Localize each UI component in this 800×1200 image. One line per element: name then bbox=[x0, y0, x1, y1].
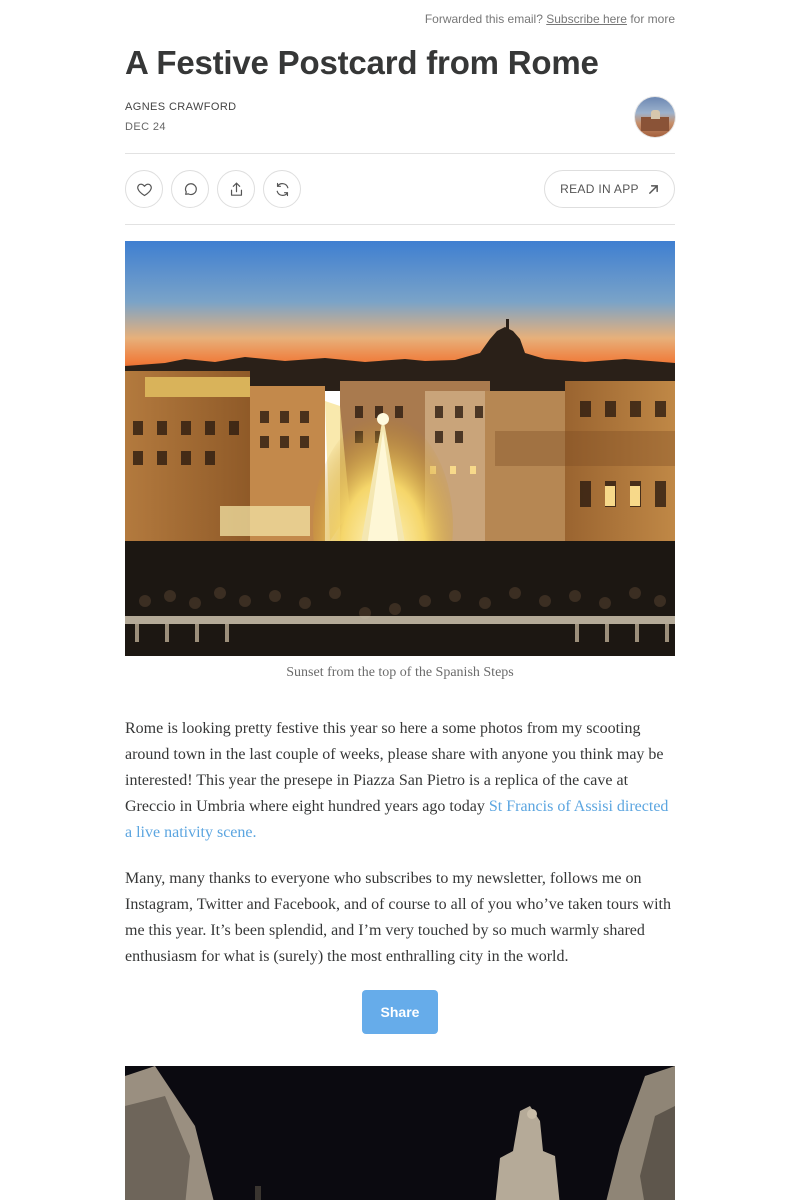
arrow-up-right-icon bbox=[648, 184, 658, 194]
image-caption: Sunset from the top of the Spanish Steps bbox=[286, 665, 514, 680]
share-button[interactable]: Share bbox=[362, 990, 438, 1034]
post-image-night-scene[interactable] bbox=[125, 1066, 675, 1200]
forward-text: Forwarded this email? bbox=[424, 12, 543, 26]
restack-icon bbox=[276, 182, 288, 196]
share-icon bbox=[230, 182, 242, 196]
post-title: A Festive Postcard from Rome bbox=[125, 44, 599, 81]
like-button[interactable] bbox=[125, 170, 163, 208]
author-name[interactable]: AGNES CRAWFORD bbox=[125, 101, 237, 113]
read-in-app-button[interactable]: READ IN APP bbox=[544, 170, 675, 208]
post-image-spanish-steps[interactable] bbox=[125, 241, 675, 656]
night-scene-photo bbox=[125, 1066, 675, 1200]
heart-icon bbox=[136, 183, 152, 196]
read-in-app-label: READ IN APP bbox=[560, 182, 639, 196]
divider-bottom bbox=[125, 224, 675, 225]
spanish-steps-photo bbox=[125, 241, 675, 656]
body-paragraph-2: Many, many thanks to everyone who subscr… bbox=[125, 870, 671, 965]
forward-notice: Forwarded this email? Subscribe here for… bbox=[425, 12, 675, 26]
post-date: DEC 24 bbox=[125, 121, 166, 133]
restack-button[interactable] bbox=[263, 170, 301, 208]
comment-button[interactable] bbox=[171, 170, 209, 208]
comment-icon bbox=[184, 182, 197, 195]
share-icon-button[interactable] bbox=[217, 170, 255, 208]
body-paragraph-1: Rome is looking pretty festive this year… bbox=[125, 716, 675, 846]
divider-top bbox=[125, 153, 675, 154]
forward-suffix: for more bbox=[630, 12, 675, 26]
author-avatar[interactable] bbox=[635, 97, 675, 137]
subscribe-link[interactable]: Subscribe here bbox=[546, 12, 627, 26]
